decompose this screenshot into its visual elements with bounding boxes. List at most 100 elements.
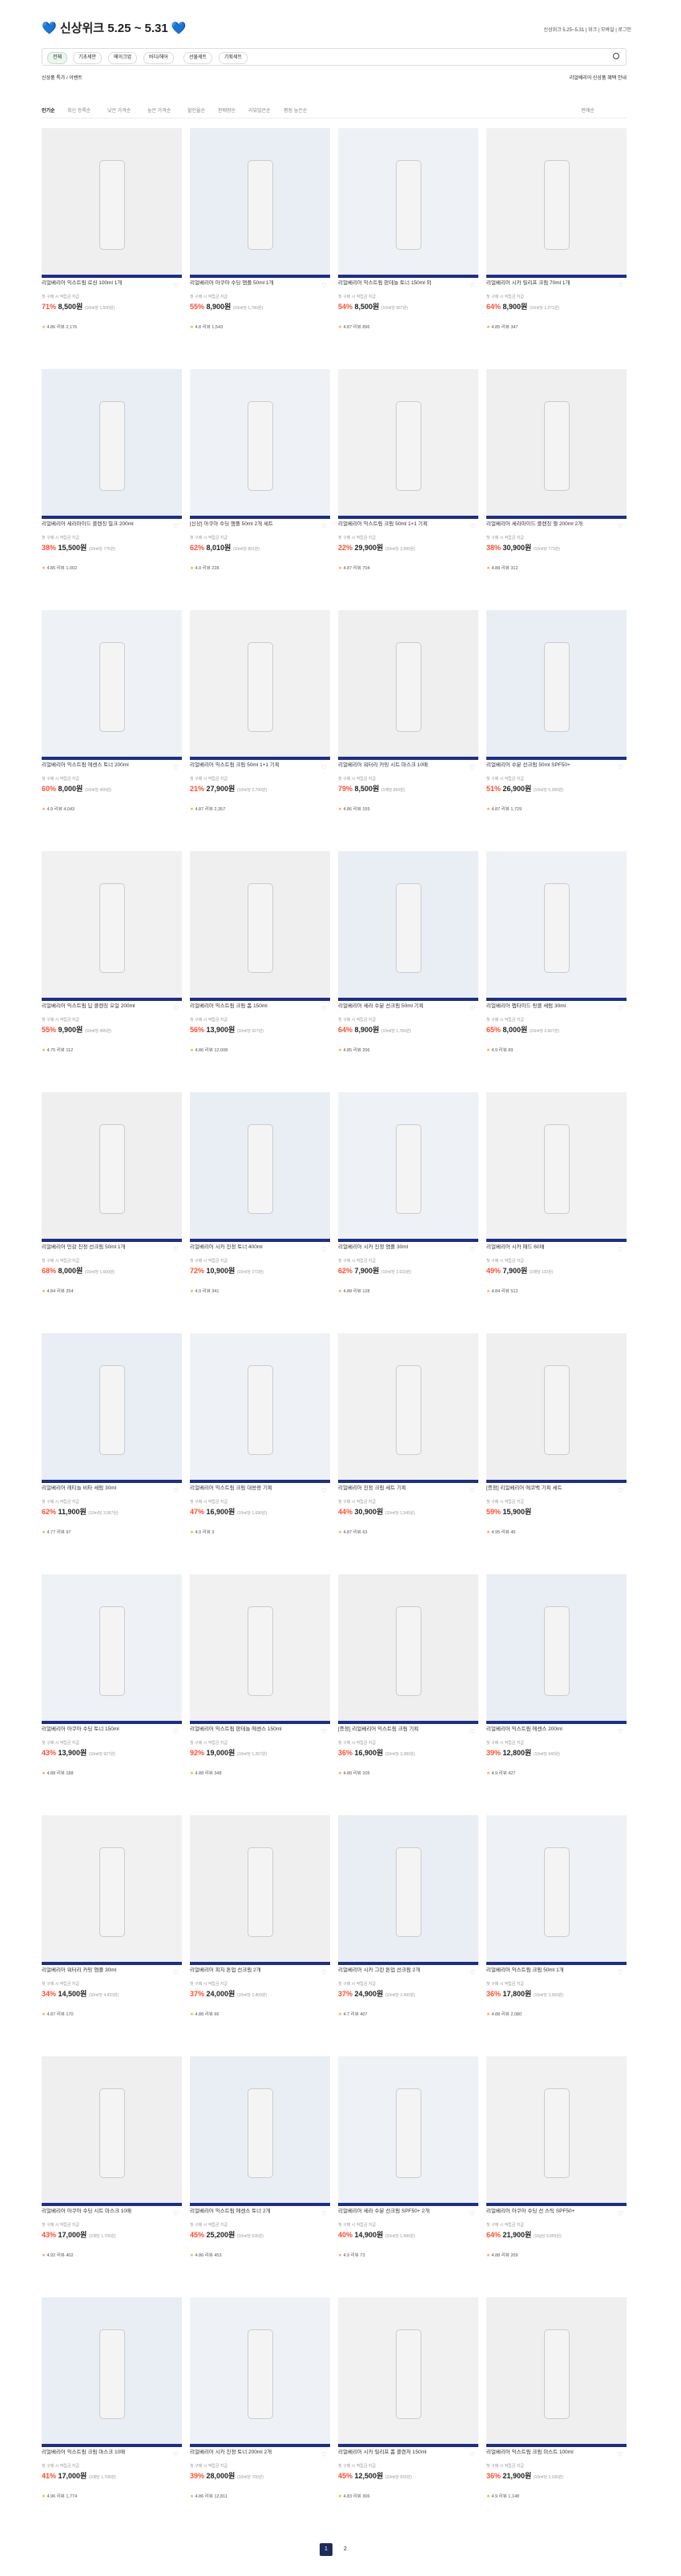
product-image[interactable] bbox=[190, 2297, 330, 2444]
filter-pill[interactable]: 기획세트 bbox=[219, 52, 248, 64]
product-card[interactable]: 리얼베리어 아쿠아 수딩 시트 마스크 10매 ♡ 첫 구매 시 적립금 지급 … bbox=[42, 2056, 182, 2289]
product-card[interactable]: 리얼베리어 워터리 카밍 앰플 30ml ♡ 첫 구매 시 적립금 지급 34%… bbox=[42, 1815, 182, 2048]
product-image[interactable] bbox=[42, 851, 182, 998]
product-card[interactable]: 리얼베리어 시카 패드 60매 ♡ 첫 구매 시 적립금 지급 49% 7,90… bbox=[486, 1092, 627, 1324]
heart-icon[interactable]: ♡ bbox=[618, 523, 623, 530]
product-image[interactable] bbox=[338, 128, 478, 275]
heart-icon[interactable]: ♡ bbox=[618, 2210, 623, 2217]
product-card[interactable]: [증정] 리얼베리어 익스트림 크림 기획 ♡ 첫 구매 시 적립금 지급 36… bbox=[338, 1574, 478, 1806]
product-card[interactable]: 리얼베리어 아쿠아 수딩 앰플 50ml 1개 ♡ 첫 구매 시 적립금 지급 … bbox=[190, 128, 330, 360]
heart-icon[interactable]: ♡ bbox=[173, 764, 179, 771]
product-card[interactable]: 리얼베리어 시카 진정 앰플 30ml ♡ 첫 구매 시 적립금 지급 62% … bbox=[338, 1092, 478, 1324]
product-card[interactable]: 리얼베리어 시카 릴리프 폼 클렌저 150ml ♡ 첫 구매 시 적립금 지급… bbox=[338, 2297, 478, 2530]
product-card[interactable]: 리얼베리어 익스트림 딥 클렌징 오일 200ml ♡ 첫 구매 시 적립금 지… bbox=[42, 851, 182, 1083]
product-image[interactable] bbox=[486, 1333, 627, 1480]
product-image[interactable] bbox=[42, 128, 182, 275]
product-name[interactable]: 리얼베리어 펩타이드 링클 세럼 30ml bbox=[486, 1003, 623, 1016]
product-name[interactable]: [신상] 아쿠아 수딩 앰플 50ml 2개 세트 bbox=[190, 521, 326, 534]
product-image[interactable] bbox=[42, 2297, 182, 2444]
heart-icon[interactable]: ♡ bbox=[618, 1246, 623, 1253]
sort-tab[interactable]: 평점 높은순 bbox=[284, 106, 307, 114]
product-card[interactable]: 리얼베리어 레티놀 비타 세럼 30ml ♡ 첫 구매 시 적립금 지급 62%… bbox=[42, 1333, 182, 1565]
product-image[interactable] bbox=[42, 1815, 182, 1962]
product-image[interactable] bbox=[486, 851, 627, 998]
product-name[interactable]: 리얼베리어 익스트림 에센스 토너 200ml bbox=[42, 762, 178, 775]
product-name[interactable]: 리얼베리어 세라마이드 클렌징 밀크 200ml bbox=[42, 521, 178, 534]
heart-icon[interactable]: ♡ bbox=[321, 764, 327, 771]
product-name[interactable]: 리얼베리어 익스트림 판테놀 에센스 150ml bbox=[190, 1726, 326, 1739]
heart-icon[interactable]: ♡ bbox=[173, 1005, 179, 1012]
product-image[interactable] bbox=[190, 610, 330, 757]
product-image[interactable] bbox=[338, 1815, 478, 1962]
product-image[interactable] bbox=[486, 2056, 627, 2203]
product-image[interactable] bbox=[42, 1333, 182, 1480]
product-card[interactable]: [증정] 리얼베리어 에코백 기획 세트 ♡ 첫 구매 시 적립금 지급 59%… bbox=[486, 1333, 627, 1565]
heart-icon[interactable]: ♡ bbox=[618, 2451, 623, 2458]
product-name[interactable]: 리얼베리어 아쿠아 수딩 앰플 50ml 1개 bbox=[190, 280, 326, 293]
product-image[interactable] bbox=[338, 2297, 478, 2444]
product-name[interactable]: 리얼베리어 익스트림 판테놀 토너 150ml 외 bbox=[338, 280, 474, 293]
product-card[interactable]: 리얼베리어 익스트림 에센스 토너 2개 ♡ 첫 구매 시 적립금 지급 45%… bbox=[190, 2056, 330, 2289]
product-card[interactable]: 리얼베리어 세라마이드 클렌징 밀크 200ml ♡ 첫 구매 시 적립금 지급… bbox=[42, 369, 182, 601]
product-name[interactable]: 리얼베리어 익스트림 에센스 토너 2개 bbox=[190, 2208, 326, 2221]
product-image[interactable] bbox=[42, 1092, 182, 1239]
product-name[interactable]: 리얼베리어 익스트림 크림 마스크 10매 bbox=[42, 2449, 178, 2462]
heart-icon[interactable]: ♡ bbox=[321, 2451, 327, 2458]
filter-pill[interactable]: 메이크업 bbox=[108, 52, 138, 64]
product-card[interactable]: 리얼베리어 세라 수분 선크림 50ml 기획 ♡ 첫 구매 시 적립금 지급 … bbox=[338, 851, 478, 1083]
product-card[interactable]: 리얼베리어 익스트림 에센스 200ml ♡ 첫 구매 시 적립금 지급 39%… bbox=[486, 1574, 627, 1806]
product-name[interactable]: 리얼베리어 익스트림 크림 미스트 100ml bbox=[486, 2449, 623, 2462]
page-button[interactable]: 2 bbox=[339, 2543, 352, 2556]
product-name[interactable]: [증정] 리얼베리어 익스트림 크림 기획 bbox=[338, 1726, 474, 1739]
product-image[interactable] bbox=[338, 851, 478, 998]
product-image[interactable] bbox=[486, 2297, 627, 2444]
product-image[interactable] bbox=[338, 1333, 478, 1480]
heart-icon[interactable]: ♡ bbox=[321, 1487, 327, 1494]
heart-icon[interactable]: ♡ bbox=[321, 1728, 327, 1735]
heart-icon[interactable]: ♡ bbox=[173, 1728, 179, 1735]
product-image[interactable] bbox=[190, 2056, 330, 2203]
event-subbar-right[interactable]: 리얼베리어 신상품 혜택 안내 bbox=[570, 74, 627, 81]
product-name[interactable]: 리얼베리어 민감 진정 선크림 50ml 1개 bbox=[42, 1244, 178, 1257]
product-name[interactable]: 리얼베리어 익스트림 크림 50ml 1개 bbox=[486, 1967, 623, 1980]
product-name[interactable]: 리얼베리어 익스트림 크림 대용량 기획 bbox=[190, 1485, 326, 1498]
product-name[interactable]: 리얼베리어 아쿠아 수딩 토너 150ml bbox=[42, 1726, 178, 1739]
product-image[interactable] bbox=[338, 2056, 478, 2203]
heart-icon[interactable]: ♡ bbox=[321, 1246, 327, 1253]
sort-tab[interactable]: 최신 등록순 bbox=[67, 106, 91, 114]
heart-icon[interactable]: ♡ bbox=[618, 282, 623, 289]
product-name[interactable]: 리얼베리어 아쿠아 수딩 시트 마스크 10매 bbox=[42, 2208, 178, 2221]
filter-pill[interactable]: 바디/헤어 bbox=[143, 52, 174, 64]
heart-icon[interactable]: ♡ bbox=[321, 282, 327, 289]
product-card[interactable]: 리얼베리어 익스트림 크림 50ml 1+1 기획 ♡ 첫 구매 시 적립금 지… bbox=[190, 610, 330, 842]
product-image[interactable] bbox=[190, 369, 330, 516]
product-card[interactable]: [신상] 아쿠아 수딩 앰플 50ml 2개 세트 ♡ 첫 구매 시 적립금 지… bbox=[190, 369, 330, 601]
heart-icon[interactable]: ♡ bbox=[618, 1487, 623, 1494]
product-card[interactable]: 리얼베리어 시카 그린 톤업 선크림 2개 ♡ 첫 구매 시 적립금 지급 37… bbox=[338, 1815, 478, 2048]
filter-pill[interactable]: 전체 bbox=[47, 52, 68, 64]
heart-icon[interactable]: ♡ bbox=[469, 2451, 475, 2458]
product-name[interactable]: 리얼베리어 세라마이드 클렌징 젤 200ml 2개 bbox=[486, 521, 623, 534]
product-name[interactable]: 리얼베리어 워터리 카밍 시트 마스크 10매 bbox=[338, 762, 474, 775]
product-image[interactable] bbox=[190, 1333, 330, 1480]
sort-tab[interactable]: 낮은 가격순 bbox=[107, 106, 131, 114]
heart-icon[interactable]: ♡ bbox=[469, 282, 475, 289]
product-image[interactable] bbox=[42, 610, 182, 757]
product-image[interactable] bbox=[486, 610, 627, 757]
filter-pill[interactable]: 기초세안 bbox=[73, 52, 103, 64]
product-name[interactable]: 리얼베리어 익스트림 크림 50ml 1+1 기획 bbox=[338, 521, 474, 534]
heart-icon[interactable]: ♡ bbox=[618, 1728, 623, 1735]
heart-icon[interactable]: ♡ bbox=[173, 523, 179, 530]
event-subbar-left[interactable]: 신상품 특가 / 이벤트 bbox=[42, 74, 83, 81]
heart-icon[interactable]: ♡ bbox=[469, 523, 475, 530]
filter-pill[interactable]: 선물세트 bbox=[183, 52, 213, 64]
product-name[interactable]: 리얼베리어 레티놀 비타 세럼 30ml bbox=[42, 1485, 178, 1498]
product-card[interactable]: 리얼베리어 익스트림 크림 마스크 10매 ♡ 첫 구매 시 적립금 지급 41… bbox=[42, 2297, 182, 2530]
heart-icon[interactable]: ♡ bbox=[469, 1005, 475, 1012]
product-name[interactable]: 리얼베리어 익스트림 딥 클렌징 오일 200ml bbox=[42, 1003, 178, 1016]
product-card[interactable]: 리얼베리어 익스트림 크림 50ml 1개 ♡ 첫 구매 시 적립금 지급 36… bbox=[486, 1815, 627, 2048]
product-name[interactable]: 리얼베리어 시카 진정 토너 200ml 2개 bbox=[190, 2449, 326, 2462]
product-card[interactable]: 리얼베리어 익스트림 크림 미스트 100ml ♡ 첫 구매 시 적립금 지급 … bbox=[486, 2297, 627, 2530]
product-card[interactable]: 리얼베리어 익스트림 크림 대용량 기획 ♡ 첫 구매 시 적립금 지급 47%… bbox=[190, 1333, 330, 1565]
product-name[interactable]: 리얼베리어 피치 톤업 선크림 2개 bbox=[190, 1967, 326, 1980]
